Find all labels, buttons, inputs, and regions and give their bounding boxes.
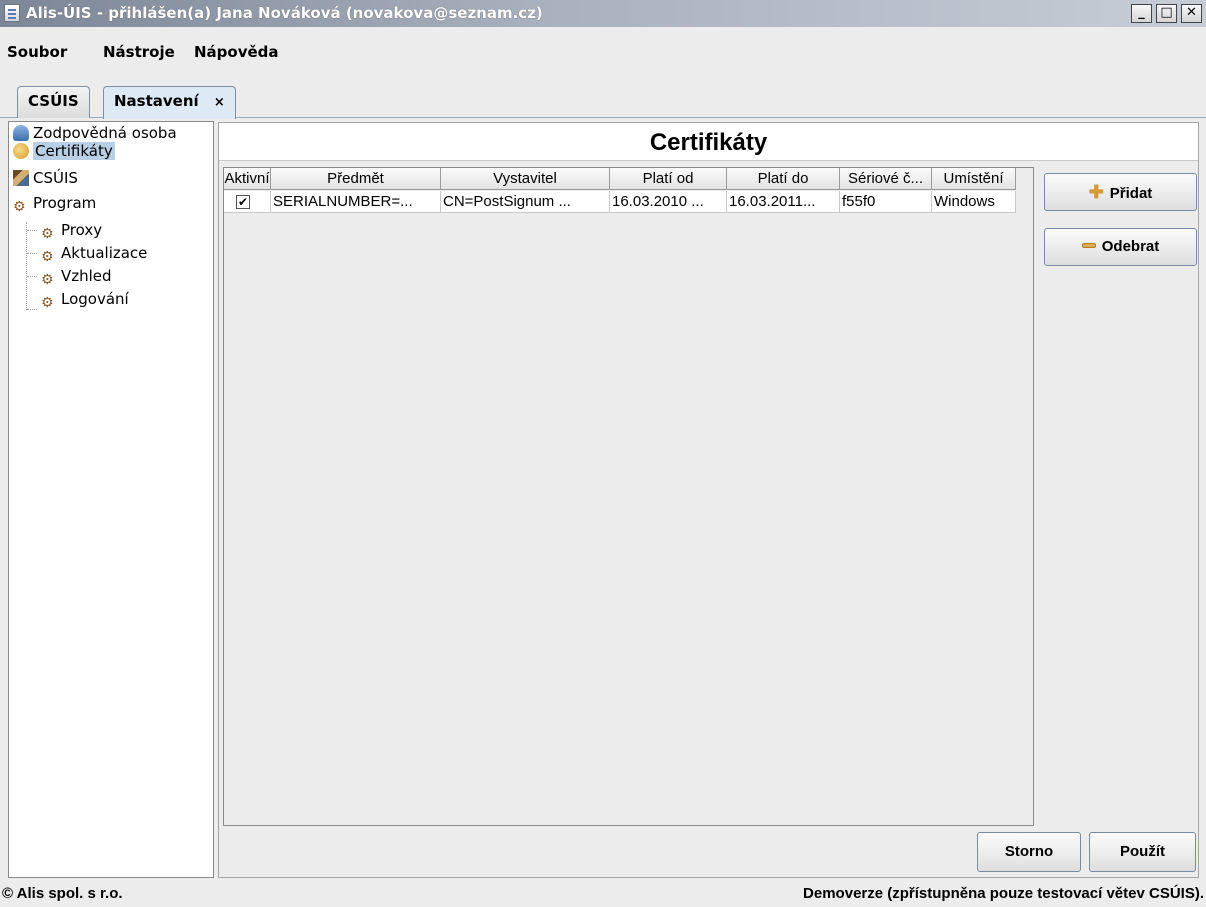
tree-item-label: Program [33,194,97,212]
cell-seriove-cislo: f55f0 [840,191,932,213]
tree-item-program[interactable]: ⚙ Program [13,192,97,215]
tree-item-certifikaty[interactable]: Certifikáty [13,140,115,162]
tab-label: Nastavení [114,92,199,110]
app-icon [4,4,20,22]
gear-icon: ⚙ [41,295,54,311]
remove-button-label: Odebrat [1101,238,1160,255]
minimize-button[interactable]: _ [1131,4,1152,23]
window-title: Alis-ÚIS - přihlášen(a) Jana Nováková (n… [26,4,543,22]
column-header-predmet[interactable]: Předmět [271,168,441,190]
csuis-icon [13,170,29,186]
cell-predmet: SERIALNUMBER=... [271,191,441,213]
add-button-label: Přidat [1109,185,1153,202]
column-header-seriove-cislo[interactable]: Sériové č... [840,168,932,190]
add-button[interactable]: ✚ Přidat [1044,173,1197,211]
cell-umisteni: Windows [932,191,1016,213]
tab-nastaveni[interactable]: Nastavení × [103,86,236,119]
tree-item-label: CSÚIS [33,169,78,187]
certificates-table[interactable]: Aktivní Předmět Vystavitel Platí od Plat… [223,167,1034,826]
cell-plati-do: 16.03.2011... [727,191,840,213]
close-window-button[interactable]: ✕ [1181,4,1202,23]
cell-aktivni: ✔ [224,191,271,213]
status-bar: © Alis spol. s r.o. Demoverze (zpřístupn… [0,880,1206,907]
active-checkbox[interactable]: ✔ [236,195,250,209]
certificate-icon [13,143,29,159]
remove-button[interactable]: Odebrat [1044,228,1197,266]
close-tab-icon[interactable]: × [214,95,225,110]
column-header-umisteni[interactable]: Umístění [932,168,1016,190]
tree-item-logovani[interactable]: ⚙ Logování [41,288,129,311]
tree-item-aktualizace[interactable]: ⚙ Aktualizace [41,242,148,265]
settings-tree: Zodpovědná osoba Certifikáty CSÚIS ⚙ Prog… [8,121,214,878]
tree-item-label: Certifikáty [33,142,115,160]
tree-item-proxy[interactable]: ⚙ Proxy [41,219,103,242]
person-icon [13,125,29,141]
demo-notice: Demoverze (zpřístupněna pouze testovací … [803,885,1204,902]
gear-icon: ⚙ [41,249,54,265]
table-header: Aktivní Předmět Vystavitel Platí od Plat… [224,168,1033,190]
cancel-button[interactable]: Storno [977,832,1081,872]
minus-icon [1081,243,1096,248]
copyright-text: © Alis spol. s r.o. [2,885,123,902]
column-header-vystavitel[interactable]: Vystavitel [441,168,610,190]
tree-item-csuis[interactable]: CSÚIS [13,167,78,189]
window-titlebar[interactable]: Alis-ÚIS - přihlášen(a) Jana Nováková (n… [0,0,1206,27]
menu-soubor[interactable]: Soubor [7,43,67,61]
certificates-panel: Certifikáty Aktivní Předmět Vystavitel P… [218,122,1199,878]
tree-item-vzhled[interactable]: ⚙ Vzhled [41,265,112,288]
tree-item-label: Logování [61,290,129,308]
tab-csuis[interactable]: CSÚIS [17,86,90,118]
column-header-plati-do[interactable]: Platí do [727,168,840,190]
maximize-button[interactable]: □ [1156,4,1177,23]
menu-nastroje[interactable]: Nástroje [103,43,175,61]
tab-bar: CSÚIS Nastavení × [0,82,1206,119]
plus-icon: ✚ [1088,182,1104,202]
cell-vystavitel: CN=PostSignum ... [441,191,610,213]
gear-icon: ⚙ [41,272,54,288]
menu-bar: Soubor Nástroje Nápověda [0,27,1206,77]
gear-icon: ⚙ [13,199,26,215]
tree-item-label: Aktualizace [61,244,148,262]
page-title: Certifikáty [219,123,1198,161]
gear-icon: ⚙ [41,226,54,242]
menu-napoveda[interactable]: Nápověda [194,43,279,61]
column-header-plati-od[interactable]: Platí od [610,168,727,190]
tab-label: CSÚIS [28,92,79,110]
apply-button[interactable]: Použít [1089,832,1196,872]
tree-item-label: Vzhled [61,267,112,285]
cell-plati-od: 16.03.2010 ... [610,191,727,213]
tree-item-label: Proxy [61,221,103,239]
column-header-aktivni[interactable]: Aktivní [224,168,271,190]
